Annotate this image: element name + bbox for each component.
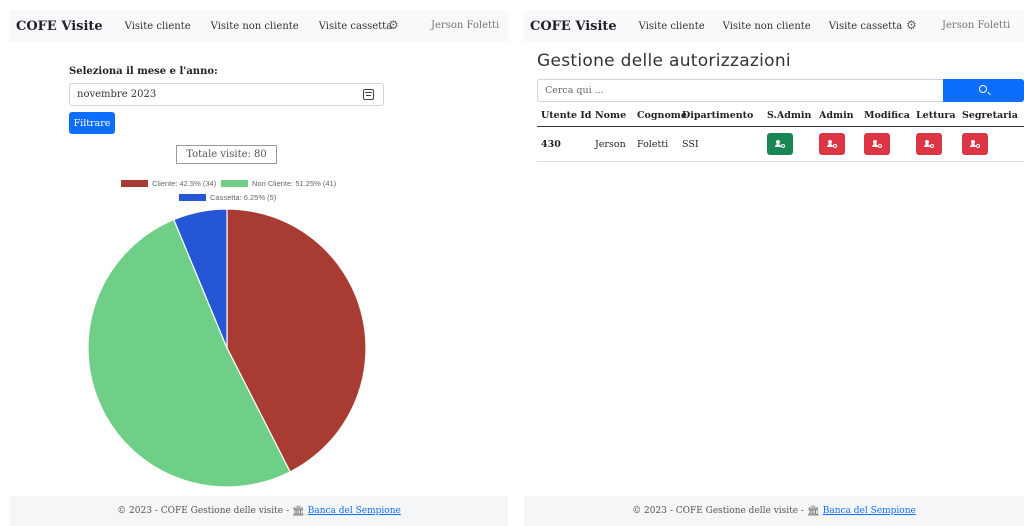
total-visits: Totale visite: 80 [176,145,277,164]
modifica-toggle-button[interactable] [864,133,890,155]
footer-link[interactable]: Banca del Sempione [823,506,916,516]
column-header: S.Admin [767,109,812,121]
permissions-table: Utente Id Nome Cognome Dipartimento S.Ad… [537,104,1024,162]
brand[interactable]: COFE Visite [16,19,103,34]
filter-button[interactable]: Filtrare [69,112,115,134]
user-gear-icon [924,140,934,148]
s-admin-toggle-button[interactable] [767,133,793,155]
legend-label-cliente: Cliente: 42.5% (34) [152,179,217,188]
legend-label-non-cliente: Non Cliente: 51.25% (41) [252,179,337,188]
column-header: Segretaria [962,109,1018,121]
bank-icon: 🏛 [807,505,820,517]
pie-chart [87,208,367,488]
nav-link-visite-cliente[interactable]: Visite cliente [125,21,191,32]
footer: © 2023 - COFE Gestione delle visite - 🏛 … [524,496,1024,526]
legend-swatch-cassetta [179,194,206,201]
column-header: Modifica [864,109,910,121]
nav-link-visite-non-cliente[interactable]: Visite non cliente [723,21,811,32]
column-header: Admin [819,109,854,121]
legend-item-non-cliente[interactable]: Non Cliente: 51.25% (41) [221,179,336,188]
user-gear-icon [775,140,785,148]
admin-toggle-button[interactable] [819,133,845,155]
legend-item-cliente[interactable]: Cliente: 42.5% (34) [121,179,216,188]
nav-link-visite-cassetta[interactable]: Visite cassetta [829,21,902,32]
table-header: Utente Id Nome Cognome Dipartimento S.Ad… [537,104,1024,127]
pie-slice-cassetta[interactable] [173,208,228,349]
gear-icon[interactable]: ⚙ [906,18,917,32]
cell-admin [819,133,864,155]
navbar: COFE Visite Visite cliente Visite non cl… [524,10,1024,42]
column-header: Utente Id [541,109,592,121]
month-input[interactable]: novembre 2023 [69,83,384,106]
cell-segretaria [962,133,1024,155]
user-gear-icon [970,140,980,148]
legend-swatch-non-cliente [221,180,248,187]
column-header: Cognome [637,109,687,121]
nav-link-visite-cassetta[interactable]: Visite cassetta [319,21,392,32]
cell-modifica [864,133,916,155]
cell-nome: Jerson [595,138,626,150]
search-button[interactable] [943,79,1024,102]
cell-dipartimento: SSI [682,138,699,150]
user-name[interactable]: Jerson Foletti [431,20,499,31]
footer-text: © 2023 - COFE Gestione delle visite - [117,506,290,516]
cell-user-id: 430 [541,138,561,150]
cell-lettura [916,133,962,155]
column-header: Lettura [916,109,956,121]
cell-s-admin [767,133,819,155]
column-header: Dipartimento [682,109,754,121]
footer: © 2023 - COFE Gestione delle visite - 🏛 … [10,496,508,526]
month-label: Seleziona il mese e l'anno: [69,66,218,77]
user-gear-icon [827,140,837,148]
bank-icon: 🏛 [292,505,305,517]
legend-item-cassetta[interactable]: Cassetta: 6.25% (5) [179,193,276,202]
user-gear-icon [872,140,882,148]
dashboard-panel: COFE Visite Visite cliente Visite non cl… [0,0,512,526]
table-row: 430 Jerson Foletti SSI [537,127,1024,162]
user-name[interactable]: Jerson Foletti [942,20,1010,31]
segretaria-toggle-button[interactable] [962,133,988,155]
footer-link[interactable]: Banca del Sempione [308,506,401,516]
lettura-toggle-button[interactable] [916,133,942,155]
month-value: novembre 2023 [77,89,157,100]
nav-link-visite-cliente[interactable]: Visite cliente [639,21,705,32]
gear-icon[interactable]: ⚙ [388,18,399,32]
legend-label-cassetta: Cassetta: 6.25% (5) [210,193,277,202]
search-icon [979,85,987,93]
page-title: Gestione delle autorizzazioni [537,51,791,71]
cell-cognome: Foletti [637,138,669,150]
brand[interactable]: COFE Visite [530,19,617,34]
pie-slice-non-cliente[interactable] [87,218,291,488]
search-input[interactable]: Cerca qui ... [537,79,943,102]
footer-text: © 2023 - COFE Gestione delle visite - [632,506,805,516]
legend-swatch-cliente [121,180,148,187]
navbar: COFE Visite Visite cliente Visite non cl… [10,10,508,42]
pie-slice-cliente[interactable] [226,208,367,473]
calendar-icon[interactable] [363,89,374,100]
nav-link-visite-non-cliente[interactable]: Visite non cliente [211,21,299,32]
column-header: Nome [595,109,627,121]
